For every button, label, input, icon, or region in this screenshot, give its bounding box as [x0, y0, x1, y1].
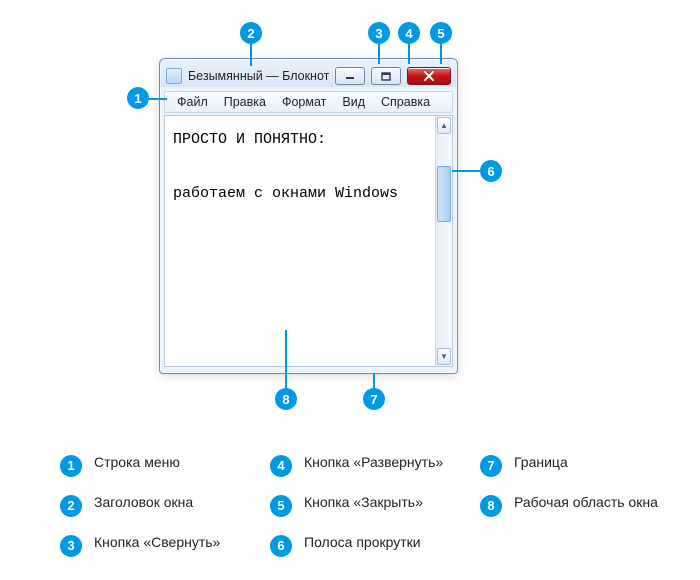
legend-num: 3 [60, 535, 82, 557]
leader-7 [373, 374, 375, 388]
legend-item-5: 5 Кнопка «Закрыть» [270, 494, 470, 532]
scroll-down-button[interactable]: ▼ [437, 348, 451, 365]
window-title: Безымянный — Блокнот [188, 69, 329, 83]
leader-6 [452, 170, 480, 172]
legend-label: Рабочая область окна [514, 494, 658, 511]
scroll-thumb[interactable] [437, 166, 451, 222]
legend-num: 8 [480, 495, 502, 517]
legend-label: Кнопка «Свернуть» [94, 534, 220, 551]
callout-4: 4 [398, 22, 420, 44]
legend-num: 1 [60, 455, 82, 477]
client-area: ПРОСТО И ПОНЯТНО: работаем с окнами Wind… [164, 115, 453, 367]
leader-5 [440, 44, 442, 64]
legend: 1 Строка меню 2 Заголовок окна 3 Кнопка «Св… [60, 454, 660, 572]
close-button[interactable] [407, 67, 451, 85]
legend-num: 4 [270, 455, 292, 477]
legend-item-7: 7 Граница [480, 454, 680, 492]
maximize-icon [381, 72, 391, 81]
legend-label: Кнопка «Закрыть» [304, 494, 423, 511]
menu-bar[interactable]: Файл Правка Формат Вид Справка [164, 91, 453, 113]
menu-help[interactable]: Справка [373, 93, 438, 111]
legend-label: Строка меню [94, 454, 180, 471]
callout-3: 3 [368, 22, 390, 44]
legend-num: 6 [270, 535, 292, 557]
legend-item-8: 8 Рабочая область окна [480, 494, 680, 532]
menu-view[interactable]: Вид [334, 93, 373, 111]
text-area[interactable]: ПРОСТО И ПОНЯТНО: работаем с окнами Wind… [165, 116, 435, 366]
minimize-icon [345, 72, 355, 80]
legend-item-1: 1 Строка меню [60, 454, 260, 492]
leader-1 [149, 98, 167, 100]
menu-edit[interactable]: Правка [216, 93, 274, 111]
scroll-up-icon: ▲ [440, 121, 448, 130]
callout-8: 8 [275, 388, 297, 410]
legend-label: Кнопка «Развернуть» [304, 454, 443, 471]
legend-item-4: 4 Кнопка «Развернуть» [270, 454, 470, 492]
callout-1: 1 [127, 87, 149, 109]
notepad-window: Безымянный — Блокнот Файл Правка Формат … [159, 58, 458, 374]
legend-num: 5 [270, 495, 292, 517]
vertical-scrollbar[interactable]: ▲ ▼ [435, 116, 452, 366]
legend-item-2: 2 Заголовок окна [60, 494, 260, 532]
legend-item-3: 3 Кнопка «Свернуть» [60, 534, 260, 572]
leader-3 [378, 44, 380, 64]
maximize-button[interactable] [371, 67, 401, 85]
minimize-button[interactable] [335, 67, 365, 85]
leader-2 [250, 44, 252, 66]
legend-item-6: 6 Полоса прокрутки [270, 534, 470, 572]
callout-5: 5 [430, 22, 452, 44]
legend-label: Полоса прокрутки [304, 534, 421, 551]
close-icon [423, 71, 435, 81]
text-line-1: ПРОСТО И ПОНЯТНО: [173, 131, 326, 148]
scroll-down-icon: ▼ [440, 352, 448, 361]
legend-num: 7 [480, 455, 502, 477]
legend-num: 2 [60, 495, 82, 517]
notepad-app-icon [166, 68, 182, 84]
legend-label: Заголовок окна [94, 494, 193, 511]
callout-6: 6 [480, 160, 502, 182]
leader-4 [408, 44, 410, 64]
legend-label: Граница [514, 454, 568, 471]
text-line-2: работаем с окнами Windows [173, 185, 398, 202]
title-bar[interactable]: Безымянный — Блокнот [164, 63, 453, 89]
scroll-track[interactable] [437, 136, 451, 346]
leader-8 [285, 330, 287, 388]
menu-file[interactable]: Файл [169, 93, 216, 111]
callout-7: 7 [363, 388, 385, 410]
menu-format[interactable]: Формат [274, 93, 334, 111]
scroll-up-button[interactable]: ▲ [437, 117, 451, 134]
callout-2: 2 [240, 22, 262, 44]
